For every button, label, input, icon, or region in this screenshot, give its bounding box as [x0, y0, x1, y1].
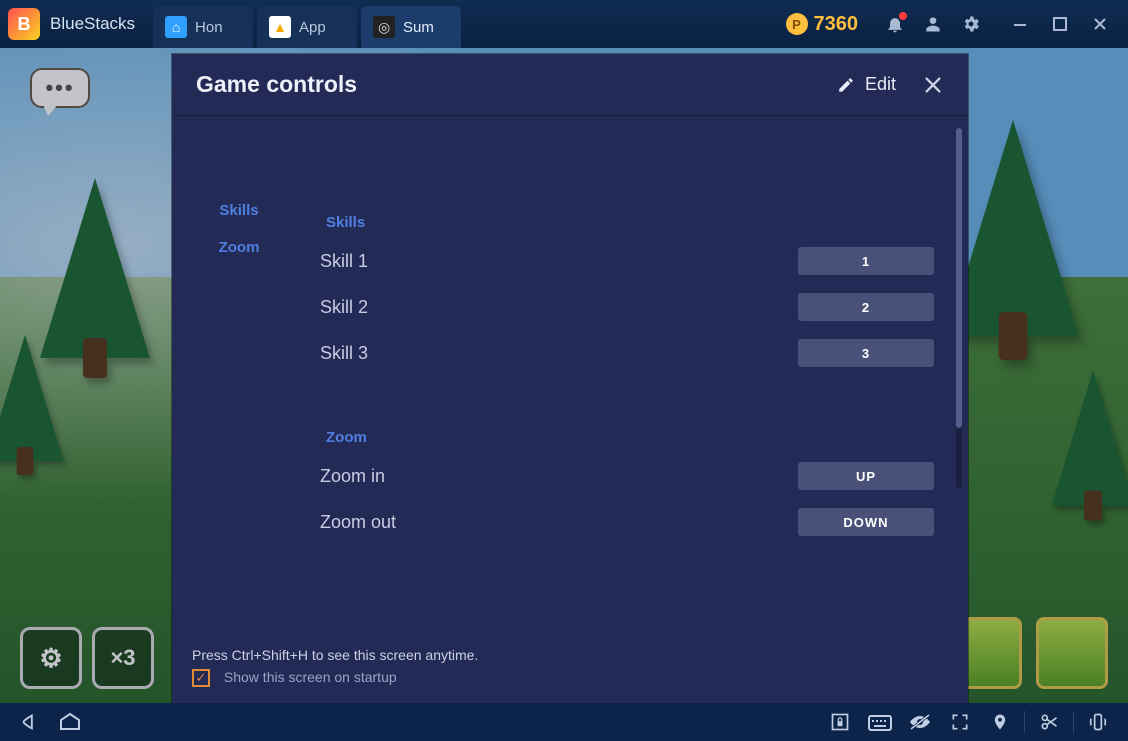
tab-strip: ⌂ Hon ▲ App ◎ Sum — [153, 0, 465, 48]
visibility-off-icon[interactable] — [900, 703, 940, 741]
game-controls-modal: Game controls Edit Skills Zoom Skills Sk… — [172, 54, 968, 703]
footer-hint: Press Ctrl+Shift+H to see this screen an… — [192, 647, 948, 663]
game-viewport: ••• ⚙ ×3 Game controls Edit Skills — [0, 48, 1128, 703]
notifications-icon[interactable] — [880, 9, 910, 39]
app-name: BlueStacks — [50, 14, 135, 34]
control-row: Skill 3 3 — [320, 339, 934, 367]
section-heading-zoom: Zoom — [326, 429, 934, 446]
account-icon[interactable] — [918, 9, 948, 39]
control-row: Zoom out DOWN — [320, 508, 934, 536]
checkbox-icon[interactable]: ✓ — [192, 669, 210, 687]
coin-amount: 7360 — [814, 13, 859, 36]
modal-side-nav: Skills Zoom — [172, 116, 306, 637]
section-heading-skills: Skills — [326, 214, 934, 231]
divider — [1073, 711, 1074, 733]
control-label: Skill 1 — [320, 251, 798, 272]
startup-option[interactable]: ✓ Show this screen on startup — [192, 669, 948, 687]
bluestacks-logo: B — [8, 8, 40, 40]
coin-balance[interactable]: P 7360 — [786, 13, 859, 36]
scrollbar-track[interactable] — [956, 128, 962, 488]
key-binding[interactable]: 3 — [798, 339, 934, 367]
key-binding[interactable]: DOWN — [798, 508, 934, 536]
scrollbar-thumb[interactable] — [956, 128, 962, 428]
settings-icon[interactable] — [956, 9, 986, 39]
lock-cursor-icon[interactable] — [820, 703, 860, 741]
window-controls — [1000, 9, 1120, 39]
control-label: Skill 2 — [320, 297, 798, 318]
close-modal-button[interactable] — [922, 74, 944, 96]
control-row: Zoom in UP — [320, 462, 934, 490]
control-row: Skill 2 2 — [320, 293, 934, 321]
close-window-button[interactable] — [1080, 9, 1120, 39]
back-button[interactable] — [10, 703, 50, 741]
key-binding[interactable]: 1 — [798, 247, 934, 275]
control-row: Skill 1 1 — [320, 247, 934, 275]
edit-controls-button[interactable]: Edit — [837, 74, 896, 95]
home-icon: ⌂ — [165, 16, 187, 38]
pencil-icon — [837, 76, 855, 94]
modal-body: Skills Zoom Skills Skill 1 1 Skill 2 2 S… — [172, 116, 968, 637]
checkbox-label: Show this screen on startup — [224, 669, 397, 685]
tab-label: Sum — [403, 19, 434, 36]
key-binding[interactable]: 2 — [798, 293, 934, 321]
keyboard-icon[interactable] — [860, 703, 900, 741]
modal-title: Game controls — [196, 71, 357, 98]
tab-app-center[interactable]: ▲ App — [257, 6, 357, 48]
shake-icon[interactable] — [1078, 703, 1118, 741]
title-bar: B BlueStacks ⌂ Hon ▲ App ◎ Sum P 7360 — [0, 0, 1128, 48]
key-binding[interactable]: UP — [798, 462, 934, 490]
control-label: Zoom in — [320, 466, 798, 487]
tab-home[interactable]: ⌂ Hon — [153, 6, 253, 48]
modal-footer: Press Ctrl+Shift+H to see this screen an… — [172, 637, 968, 703]
divider — [1024, 711, 1025, 733]
controls-panel: Skills Skill 1 1 Skill 2 2 Skill 3 3 Zoo… — [306, 116, 968, 637]
game-icon: ◎ — [373, 16, 395, 38]
edit-label: Edit — [865, 74, 896, 95]
nav-item-zoom[interactable]: Zoom — [172, 229, 306, 266]
minimize-button[interactable] — [1000, 9, 1040, 39]
coin-icon: P — [786, 13, 808, 35]
store-icon: ▲ — [269, 16, 291, 38]
tab-label: App — [299, 19, 326, 36]
modal-header: Game controls Edit — [172, 54, 968, 116]
tab-label: Hon — [195, 19, 223, 36]
control-label: Zoom out — [320, 512, 798, 533]
scissors-icon[interactable] — [1029, 703, 1069, 741]
fullscreen-icon[interactable] — [940, 703, 980, 741]
android-nav-bar — [0, 703, 1128, 741]
control-label: Skill 3 — [320, 343, 798, 364]
location-icon[interactable] — [980, 703, 1020, 741]
maximize-button[interactable] — [1040, 9, 1080, 39]
tab-game[interactable]: ◎ Sum — [361, 6, 461, 48]
home-button[interactable] — [50, 703, 90, 741]
nav-item-skills[interactable]: Skills — [172, 192, 306, 229]
